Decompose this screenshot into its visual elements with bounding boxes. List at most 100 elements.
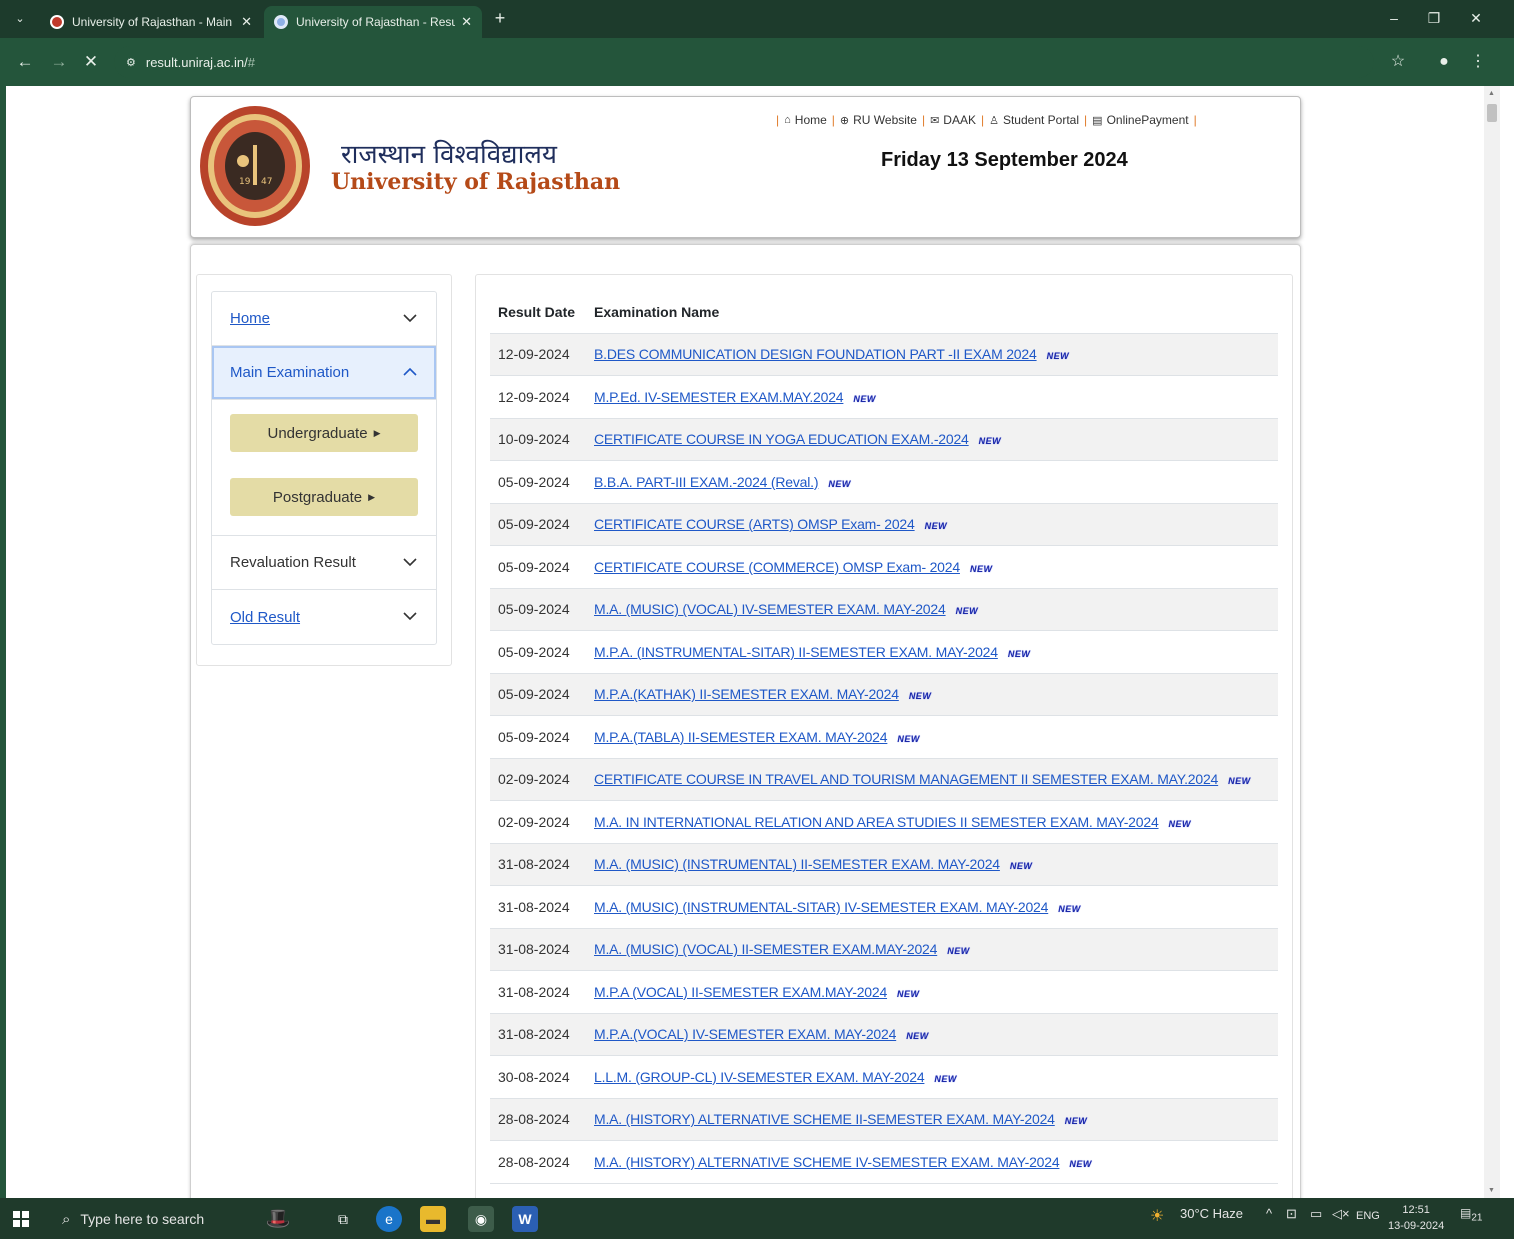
network-icon[interactable]: ⊡ (1286, 1206, 1297, 1222)
windows-start-icon[interactable] (10, 1208, 32, 1230)
language-indicator[interactable]: ENG (1356, 1210, 1380, 1222)
student-icon: ♙ (989, 114, 999, 127)
examination-result-link[interactable]: CERTIFICATE COURSE (ARTS) OMSP Exam- 202… (594, 516, 915, 532)
examination-result-link[interactable]: M.P.A.(KATHAK) II-SEMESTER EXAM. MAY-202… (594, 686, 899, 702)
restore-icon[interactable]: ❐ (1414, 6, 1454, 30)
url-host: result.uniraj.ac.in/ (145, 54, 248, 70)
examination-name-cell: M.P.A.(VOCAL) IV-SEMESTER EXAM. MAY-2024… (586, 1013, 1278, 1056)
old-result-link[interactable]: Old Result (230, 609, 300, 626)
postgraduate-button[interactable]: Postgraduate ▶ (230, 478, 418, 516)
close-tab-icon[interactable]: ✕ (461, 14, 472, 30)
examination-result-link[interactable]: CERTIFICATE COURSE IN TRAVEL AND TOURISM… (594, 771, 1218, 787)
close-window-icon[interactable]: ✕ (1456, 6, 1496, 30)
accordion-revaluation-result[interactable]: Revaluation Result (212, 536, 436, 590)
notification-icon[interactable]: ▤21 (1460, 1206, 1482, 1223)
browser-tab-active[interactable]: University of Rajasthan - Result ✕ (264, 6, 482, 38)
undergraduate-button[interactable]: Undergraduate ▶ (230, 414, 418, 452)
site-favicon-icon (50, 15, 64, 29)
result-date-cell: 12-09-2024 (490, 375, 586, 419)
scroll-up-icon[interactable]: ▲ (1488, 90, 1495, 97)
link-separator: | (921, 113, 926, 127)
home-link[interactable]: Home (230, 310, 270, 327)
minimize-icon[interactable]: – (1374, 6, 1414, 30)
examination-name-cell: M.A. (HISTORY) ALTERNATIVE SCHEME IV-SEM… (586, 1140, 1278, 1184)
display-icon[interactable]: ▭ (1310, 1206, 1322, 1222)
word-icon[interactable]: W (512, 1206, 538, 1232)
top-link-ru-website[interactable]: RU Website (853, 113, 917, 127)
notification-count: 21 (1471, 1212, 1483, 1224)
chrome-icon[interactable]: ◉ (468, 1206, 494, 1232)
menu-kebab-icon[interactable]: ⋮ (1466, 50, 1490, 74)
examination-result-link[interactable]: M.P.A. (INSTRUMENTAL-SITAR) II-SEMESTER … (594, 644, 998, 660)
show-hidden-icons-icon[interactable]: ^ (1266, 1206, 1272, 1221)
column-header-examination-name: Examination Name (586, 291, 1278, 334)
tab-search-dropdown-icon[interactable]: ⌄ (8, 8, 32, 30)
top-link-daak[interactable]: DAAK (943, 113, 976, 127)
task-view-icon[interactable]: ⧉ (330, 1206, 356, 1232)
browser-tab[interactable]: University of Rajasthan - Main V ✕ (40, 6, 262, 38)
system-clock[interactable]: 12:51 13-09-2024 (1388, 1202, 1444, 1234)
result-date-cell: 31-08-2024 (490, 970, 586, 1014)
profile-icon[interactable]: ● (1432, 50, 1456, 74)
taskbar-search[interactable]: ⌕ Type here to search (48, 1202, 238, 1236)
edge-browser-icon[interactable]: e (376, 1206, 402, 1232)
examination-result-link[interactable]: M.P.A (VOCAL) II-SEMESTER EXAM.MAY-2024 (594, 984, 887, 1000)
examination-result-link[interactable]: M.A. (MUSIC) (INSTRUMENTAL-SITAR) IV-SEM… (594, 899, 1048, 915)
examination-result-link[interactable]: B.B.A. PART-III EXAM.-2024 (Reval.) (594, 474, 819, 490)
top-link-online-payment[interactable]: OnlinePayment (1107, 113, 1189, 127)
close-tab-icon[interactable]: ✕ (241, 14, 252, 30)
weather-text[interactable]: 30°C Haze (1180, 1206, 1243, 1221)
result-date-cell: 12-09-2024 (490, 333, 586, 376)
examination-result-link[interactable]: M.A. (MUSIC) (INSTRUMENTAL) II-SEMESTER … (594, 856, 1000, 872)
examination-result-link[interactable]: M.A. IN INTERNATIONAL RELATION AND AREA … (594, 814, 1159, 830)
result-date-cell: 05-09-2024 (490, 673, 586, 716)
taskbar-search-placeholder: Type here to search (80, 1211, 205, 1227)
examination-result-link[interactable]: B.DES COMMUNICATION DESIGN FOUNDATION PA… (594, 346, 1037, 362)
scroll-down-icon[interactable]: ▼ (1488, 1187, 1495, 1194)
column-header-result-date: Result Date (490, 291, 586, 334)
stop-loading-icon[interactable]: ✕ (80, 50, 102, 74)
examination-result-link[interactable]: M.P.A.(TABLA) II-SEMESTER EXAM. MAY-2024 (594, 729, 888, 745)
accordion-main-examination[interactable]: Main Examination (212, 346, 436, 400)
page-scrollbar[interactable]: ▲ ▼ (1484, 86, 1500, 1198)
back-icon[interactable]: ← (14, 50, 36, 74)
table-row: 31-08-2024 M.A. (MUSIC) (VOCAL) II-SEMEST… (490, 928, 1278, 971)
envelope-icon: ✉ (930, 114, 940, 127)
current-date: Friday 13 September 2024 (881, 149, 1128, 171)
forward-icon[interactable]: → (48, 50, 70, 74)
examination-result-link[interactable]: L.L.M. (GROUP-CL) IV-SEMESTER EXAM. MAY-… (594, 1069, 925, 1085)
examination-result-link[interactable]: M.P.Ed. IV-SEMESTER EXAM.MAY.2024 (594, 389, 844, 405)
result-date-cell: 31-08-2024 (490, 843, 586, 886)
new-badge: NEW (906, 1031, 929, 1042)
examination-result-link[interactable]: CERTIFICATE COURSE (COMMERCE) OMSP Exam-… (594, 559, 960, 575)
table-row: 05-09-2024 M.P.A.(KATHAK) II-SEMESTER EXA… (490, 673, 1278, 716)
examination-result-link[interactable]: M.P.A.(VOCAL) IV-SEMESTER EXAM. MAY-2024 (594, 1026, 896, 1042)
examination-result-link[interactable]: CERTIFICATE COURSE IN YOGA EDUCATION EXA… (594, 431, 969, 447)
widgets-decoration-icon[interactable]: 🎩 (248, 1206, 308, 1232)
bookmark-star-icon[interactable]: ☆ (1386, 50, 1410, 74)
new-badge: NEW (853, 393, 876, 404)
examination-result-link[interactable]: M.A. (HISTORY) ALTERNATIVE SCHEME IV-SEM… (594, 1154, 1060, 1170)
examination-result-link[interactable]: M.A. (HISTORY) ALTERNATIVE SCHEME II-SEM… (594, 1111, 1055, 1127)
accordion-old-result[interactable]: Old Result (212, 590, 436, 644)
examination-name-cell: L.L.M. (GROUP-CL) IV-SEMESTER EXAM. MAY-… (586, 1055, 1278, 1099)
new-badge: NEW (1228, 776, 1251, 787)
link-separator: | (776, 113, 780, 127)
accordion-home[interactable]: Home (212, 292, 436, 346)
loading-favicon-icon (274, 15, 288, 29)
site-info-icon[interactable]: ⚙ (126, 56, 136, 69)
page-viewport: 19 47 राजस्थान विश्वविद्यालय University … (6, 86, 1500, 1198)
examination-result-link[interactable]: M.A. (MUSIC) (VOCAL) IV-SEMESTER EXAM. M… (594, 601, 946, 617)
speaker-muted-icon[interactable]: ◁× (1332, 1206, 1350, 1222)
tab-title: University of Rajasthan - Main V (72, 15, 236, 29)
scrollbar-thumb[interactable] (1487, 104, 1497, 122)
examination-name-cell: M.P.A (VOCAL) II-SEMESTER EXAM.MAY-2024 N… (586, 970, 1278, 1014)
top-link-student-portal[interactable]: Student Portal (1003, 113, 1079, 127)
file-explorer-icon[interactable]: ▬ (420, 1206, 446, 1232)
new-badge: NEW (908, 691, 932, 702)
new-tab-icon[interactable]: + (488, 6, 512, 30)
url-bar[interactable]: ⚙ result.uniraj.ac.in/# (114, 46, 1374, 78)
result-date-cell: 10-09-2024 (490, 418, 586, 461)
examination-result-link[interactable]: M.A. (MUSIC) (VOCAL) II-SEMESTER EXAM.MA… (594, 941, 937, 957)
top-link-home[interactable]: Home (795, 113, 827, 127)
